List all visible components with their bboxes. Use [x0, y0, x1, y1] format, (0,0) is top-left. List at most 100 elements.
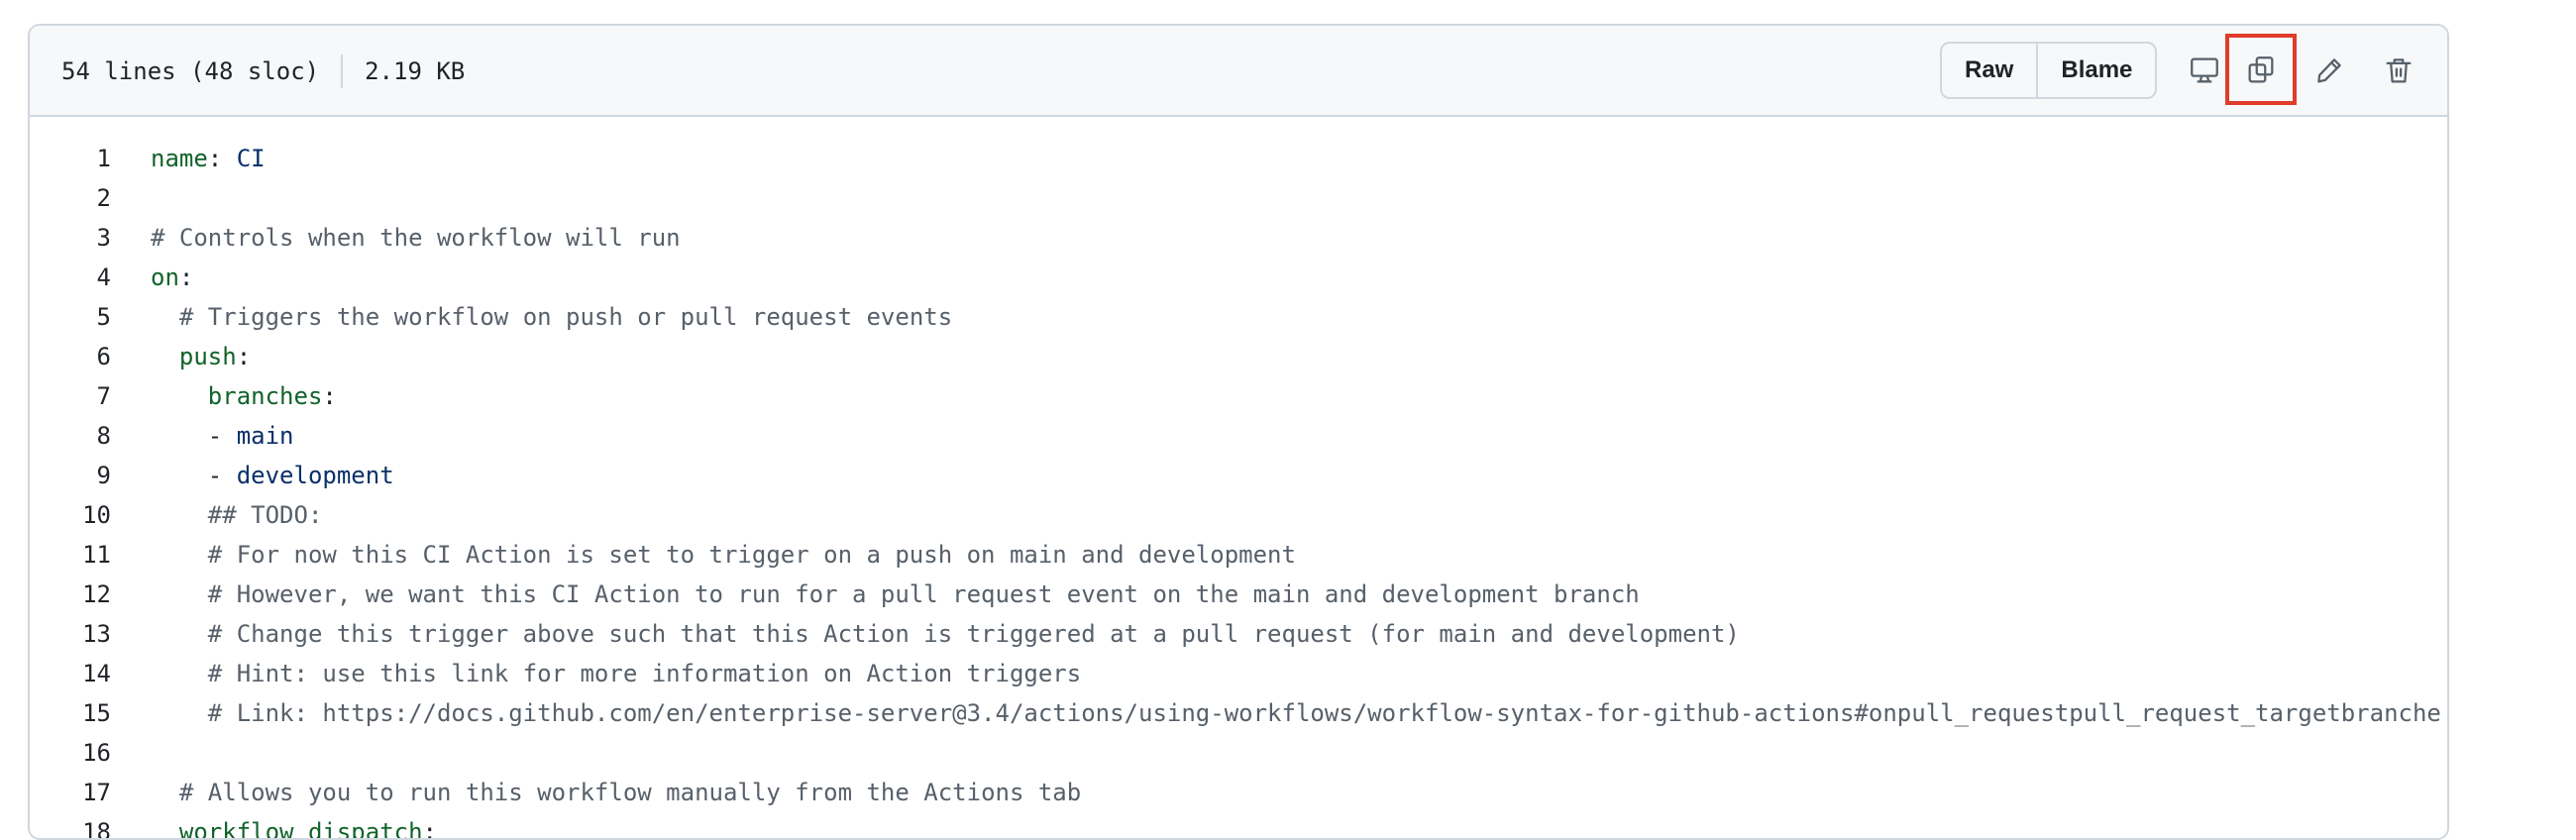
code-line: 6 push:	[30, 337, 2447, 376]
yaml-value: main	[236, 422, 294, 450]
code-line: 14 # Hint: use this link for more inform…	[30, 654, 2447, 693]
line-content: # Link: https://docs.github.com/en/enter…	[151, 693, 2441, 733]
copy-button-highlight	[2225, 34, 2297, 105]
line-number[interactable]: 16	[30, 733, 111, 773]
line-content: # Triggers the workflow on push or pull …	[151, 297, 952, 337]
yaml-value: development	[236, 462, 394, 489]
yaml-comment: ## TODO:	[207, 501, 323, 529]
yaml-comment: # For now this CI Action is set to trigg…	[207, 541, 1296, 569]
line-content: name: CI	[151, 139, 266, 178]
blame-button[interactable]: Blame	[2036, 44, 2155, 97]
line-number[interactable]: 3	[30, 218, 111, 258]
file-info: 54 lines (48 sloc) 2.19 KB	[61, 54, 465, 88]
yaml-punctuation: :	[178, 263, 194, 291]
raw-button[interactable]: Raw	[1942, 44, 2036, 97]
code-line: 18 workflow_dispatch:	[30, 812, 2447, 840]
code-line: 1 name: CI	[30, 139, 2447, 178]
yaml-punctuation: :	[207, 145, 237, 172]
yaml-comment: # However, we want this CI Action to run…	[207, 580, 1640, 608]
code-line: 7 branches:	[30, 376, 2447, 416]
code-line: 3 # Controls when the workflow will run	[30, 218, 2447, 258]
line-content: ## TODO:	[151, 495, 323, 535]
code-line: 10 ## TODO:	[30, 495, 2447, 535]
code-line: 8 - main	[30, 416, 2447, 456]
line-content: workflow_dispatch:	[151, 812, 437, 840]
code-line: 17 # Allows you to run this workflow man…	[30, 773, 2447, 812]
code-line: 11 # For now this CI Action is set to tr…	[30, 535, 2447, 575]
trash-icon	[2386, 58, 2412, 83]
line-number[interactable]: 15	[30, 693, 111, 733]
line-content: branches:	[151, 376, 337, 416]
code-line: 13 # Change this trigger above such that…	[30, 614, 2447, 654]
code-line: 2	[30, 178, 2447, 218]
line-number[interactable]: 7	[30, 376, 111, 416]
file-view: 54 lines (48 sloc) 2.19 KB Raw Blame 1 n…	[28, 24, 2449, 840]
line-number[interactable]: 9	[30, 456, 111, 495]
display-rendered-button[interactable]	[2178, 44, 2231, 97]
code-line: 16	[30, 733, 2447, 773]
line-count: 54 lines (48 sloc)	[61, 57, 320, 85]
delete-file-button[interactable]	[2372, 44, 2425, 97]
code-line: 12 # However, we want this CI Action to …	[30, 575, 2447, 614]
line-content: # Hint: use this link for more informati…	[151, 654, 1081, 693]
line-content: # Allows you to run this workflow manual…	[151, 773, 1081, 812]
line-number[interactable]: 13	[30, 614, 111, 654]
line-number[interactable]: 12	[30, 575, 111, 614]
yaml-key: push	[178, 343, 237, 370]
line-number[interactable]: 10	[30, 495, 111, 535]
line-content: - development	[151, 456, 394, 495]
yaml-comment: # Hint: use this link for more informati…	[207, 660, 1082, 687]
pencil-icon	[2317, 58, 2341, 83]
code-line: 5 # Triggers the workflow on push or pul…	[30, 297, 2447, 337]
edit-file-button[interactable]	[2303, 44, 2356, 97]
yaml-key: branches	[207, 382, 323, 410]
yaml-punctuation: -	[207, 462, 237, 489]
line-number[interactable]: 8	[30, 416, 111, 456]
yaml-comment: # Change this trigger above such that th…	[207, 620, 1740, 648]
yaml-key: on	[151, 263, 179, 291]
line-number[interactable]: 14	[30, 654, 111, 693]
line-number[interactable]: 6	[30, 337, 111, 376]
yaml-comment: # Controls when the workflow will run	[151, 224, 681, 252]
file-size: 2.19 KB	[365, 57, 466, 85]
yaml-value: CI	[236, 145, 266, 172]
line-number[interactable]: 5	[30, 297, 111, 337]
info-divider	[341, 54, 344, 88]
line-content: # However, we want this CI Action to run…	[151, 575, 1640, 614]
line-content: # For now this CI Action is set to trigg…	[151, 535, 1296, 575]
line-number[interactable]: 17	[30, 773, 111, 812]
line-content: push:	[151, 337, 251, 376]
yaml-punctuation: :	[422, 818, 437, 840]
line-number[interactable]: 1	[30, 139, 111, 178]
yaml-punctuation: -	[207, 422, 237, 450]
line-content: - main	[151, 416, 294, 456]
code-line: 9 - development	[30, 456, 2447, 495]
line-number[interactable]: 2	[30, 178, 111, 218]
line-content: # Controls when the workflow will run	[151, 218, 681, 258]
line-content: # Change this trigger above such that th…	[151, 614, 1740, 654]
yaml-comment: # Link: https://docs.github.com/en/enter…	[207, 699, 2441, 727]
yaml-comment: # Triggers the workflow on push or pull …	[178, 303, 953, 331]
line-content: on:	[151, 258, 193, 297]
yaml-comment: # Allows you to run this workflow manual…	[178, 779, 1082, 806]
desktop-icon	[2191, 57, 2218, 83]
code-line: 4 on:	[30, 258, 2447, 297]
line-number[interactable]: 11	[30, 535, 111, 575]
line-number[interactable]: 18	[30, 812, 111, 838]
file-header: 54 lines (48 sloc) 2.19 KB Raw Blame	[30, 26, 2447, 117]
yaml-key: name	[151, 145, 208, 172]
line-number[interactable]: 4	[30, 258, 111, 297]
